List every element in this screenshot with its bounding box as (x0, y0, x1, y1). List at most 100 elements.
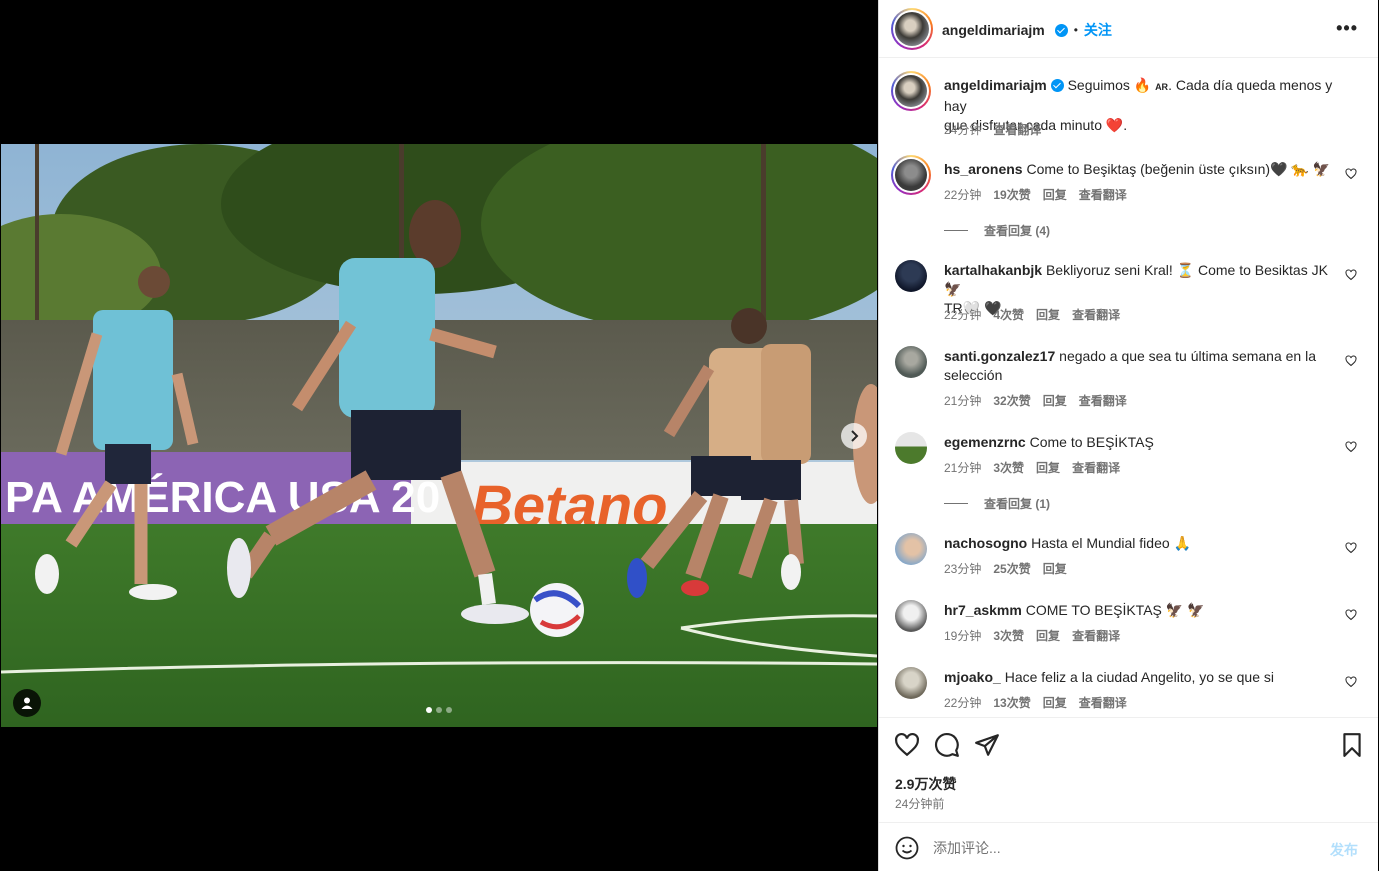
post-side-panel: angeldimariajm • 关注 ••• angeldimariajm S… (878, 0, 1378, 871)
comment-icon[interactable] (934, 732, 960, 758)
comment-heart-icon[interactable] (1345, 676, 1357, 688)
post-comment-button[interactable]: 发布 (1330, 840, 1358, 860)
comment-likes[interactable]: 4次赞 (993, 306, 1024, 323)
reply-button[interactable]: 回复 (1043, 560, 1067, 577)
comment-username[interactable]: nachosogno (944, 535, 1027, 551)
reply-button[interactable]: 回复 (1043, 392, 1067, 409)
translate-button[interactable]: 查看翻译 (1079, 392, 1127, 409)
like-count[interactable]: 2.9万次赞 (895, 774, 956, 794)
comment-username[interactable]: egemenzrnc (944, 434, 1026, 450)
comment-meta: 21分钟 32次赞 回复 查看翻译 (944, 392, 1127, 409)
comment-likes[interactable]: 13次赞 (993, 694, 1030, 711)
post-time: 24分钟前 (895, 797, 945, 811)
comment-avatar[interactable] (895, 260, 927, 292)
caption-avatar[interactable] (891, 71, 931, 111)
comment-text: egemenzrnc Come to BEŞİKTAŞ (944, 433, 1334, 452)
emoji-icon[interactable] (895, 836, 919, 860)
caption: angeldimariajm Seguimos 🔥 AR. Cada día q… (891, 71, 1363, 141)
caption-meta: 24分钟 查看翻译 (944, 121, 1041, 138)
comment-time: 22分钟 (944, 188, 982, 202)
comment-heart-icon[interactable] (1345, 441, 1357, 453)
comment-composer: 发布 (879, 822, 1378, 871)
translate-button[interactable]: 查看翻译 (1072, 306, 1120, 323)
comment-meta: 21分钟 3次赞 回复 查看翻译 (944, 459, 1120, 476)
post-photo[interactable]: PA AMÉRICA USA 20 Betano (1, 144, 877, 727)
training-photo: PA AMÉRICA USA 20 Betano (1, 144, 877, 727)
comment-item: hr7_askmm COME TO BEŞİKTAŞ 🦅 🦅 19分钟 3次赞 … (893, 599, 1363, 659)
comment-heart-icon[interactable] (1345, 168, 1357, 180)
comment-username[interactable]: kartalhakanbjk (944, 262, 1042, 278)
comment-heart-icon[interactable] (1345, 542, 1357, 554)
author-avatar[interactable] (891, 8, 933, 50)
comment-likes[interactable]: 3次赞 (993, 627, 1024, 644)
comment-text: mjoako_ Hace feliz a la ciudad Angelito,… (944, 668, 1334, 687)
comment-username[interactable]: santi.gonzalez17 (944, 348, 1055, 364)
comment-username[interactable]: mjoako_ (944, 669, 1001, 685)
comment-heart-icon[interactable] (1345, 609, 1357, 621)
comment-input[interactable] (933, 835, 1293, 860)
carousel-next-button[interactable] (841, 423, 867, 449)
author-username[interactable]: angeldimariajm (942, 22, 1045, 38)
comment-item: nachosogno Hasta el Mundial fideo 🙏 23分钟… (893, 532, 1363, 592)
caption-text-a: Seguimos 🔥 (1067, 77, 1152, 93)
reply-button[interactable]: 回复 (1043, 186, 1067, 203)
comment-text: nachosogno Hasta el Mundial fideo 🙏 (944, 534, 1334, 553)
heart-icon[interactable] (894, 732, 920, 758)
comment-meta: 19分钟 3次赞 回复 查看翻译 (944, 627, 1120, 644)
comment-content: Hasta el Mundial fideo 🙏 (1031, 535, 1191, 551)
comment-content: COME TO BEŞİKTAŞ 🦅 🦅 (1025, 602, 1205, 618)
translate-button[interactable]: 查看翻译 (1079, 186, 1127, 203)
comment-meta: 23分钟 25次赞 回复 (944, 560, 1067, 577)
comment-content: Hace feliz a la ciudad Angelito, yo se q… (1004, 669, 1274, 685)
comment-likes[interactable]: 25次赞 (993, 560, 1030, 577)
translate-button[interactable]: 查看翻译 (1079, 694, 1127, 711)
comment-text: hs_aronens Come to Beşiktaş (beğenin üst… (944, 160, 1334, 179)
user-tag-button[interactable] (13, 689, 41, 717)
verified-badge-icon (1050, 79, 1064, 92)
comment-avatar[interactable] (891, 155, 931, 195)
follow-button[interactable]: 关注 (1084, 20, 1112, 40)
caption-time: 24分钟 (944, 123, 982, 137)
share-icon[interactable] (974, 732, 1000, 758)
comment-time: 22分钟 (944, 696, 982, 710)
comment-item: santi.gonzalez17 negado a que sea tu últ… (893, 345, 1363, 415)
comment-likes[interactable]: 3次赞 (993, 459, 1024, 476)
caption-translate-button[interactable]: 查看翻译 (993, 121, 1041, 138)
comment-avatar[interactable] (895, 600, 927, 632)
caption-username[interactable]: angeldimariajm (944, 77, 1047, 93)
comment-avatar[interactable] (895, 432, 927, 464)
comment-meta: 22分钟 13次赞 回复 查看翻译 (944, 694, 1127, 711)
comment-item: kartalhakanbjk Bekliyoruz seni Kral! ⏳ C… (893, 259, 1363, 329)
reply-button[interactable]: 回复 (1036, 459, 1060, 476)
chevron-right-icon (851, 430, 859, 442)
comment-likes[interactable]: 19次赞 (993, 186, 1030, 203)
reply-button[interactable]: 回复 (1036, 306, 1060, 323)
view-replies-button[interactable]: 查看回复 (1) (944, 495, 1050, 512)
comments-list[interactable]: angeldimariajm Seguimos 🔥 AR. Cada día q… (879, 59, 1378, 717)
bookmark-icon[interactable] (1339, 732, 1365, 758)
comment-content: Come to BEŞİKTAŞ (1029, 434, 1154, 450)
translate-button[interactable]: 查看翻译 (1072, 627, 1120, 644)
user-tag-icon (21, 697, 33, 709)
view-replies-button[interactable]: 查看回复 (4) (944, 222, 1050, 239)
carousel-dot-active (426, 707, 432, 713)
post-media: PA AMÉRICA USA 20 Betano (0, 0, 878, 871)
header-separator: • (1073, 23, 1078, 37)
comment-username[interactable]: hs_aronens (944, 161, 1023, 177)
comment-content: Come to Beşiktaş (beğenin üste çıksın)🖤 … (1026, 161, 1331, 177)
flag-ar: AR (1155, 82, 1169, 92)
comment-avatar[interactable] (895, 346, 927, 378)
reply-button[interactable]: 回复 (1043, 694, 1067, 711)
comment-username[interactable]: hr7_askmm (944, 602, 1022, 618)
comment-item: egemenzrnc Come to BEŞİKTAŞ 21分钟 3次赞 回复 … (893, 431, 1363, 521)
comment-likes[interactable]: 32次赞 (993, 392, 1030, 409)
more-options-icon[interactable]: ••• (1336, 18, 1358, 39)
comment-avatar[interactable] (895, 667, 927, 699)
comment-heart-icon[interactable] (1345, 355, 1357, 367)
comment-content: negado a que sea tu última semana en la (1059, 348, 1317, 364)
translate-button[interactable]: 查看翻译 (1072, 459, 1120, 476)
comment-meta: 22分钟 19次赞 回复 查看翻译 (944, 186, 1127, 203)
comment-heart-icon[interactable] (1345, 269, 1357, 281)
reply-button[interactable]: 回复 (1036, 627, 1060, 644)
comment-avatar[interactable] (895, 533, 927, 565)
